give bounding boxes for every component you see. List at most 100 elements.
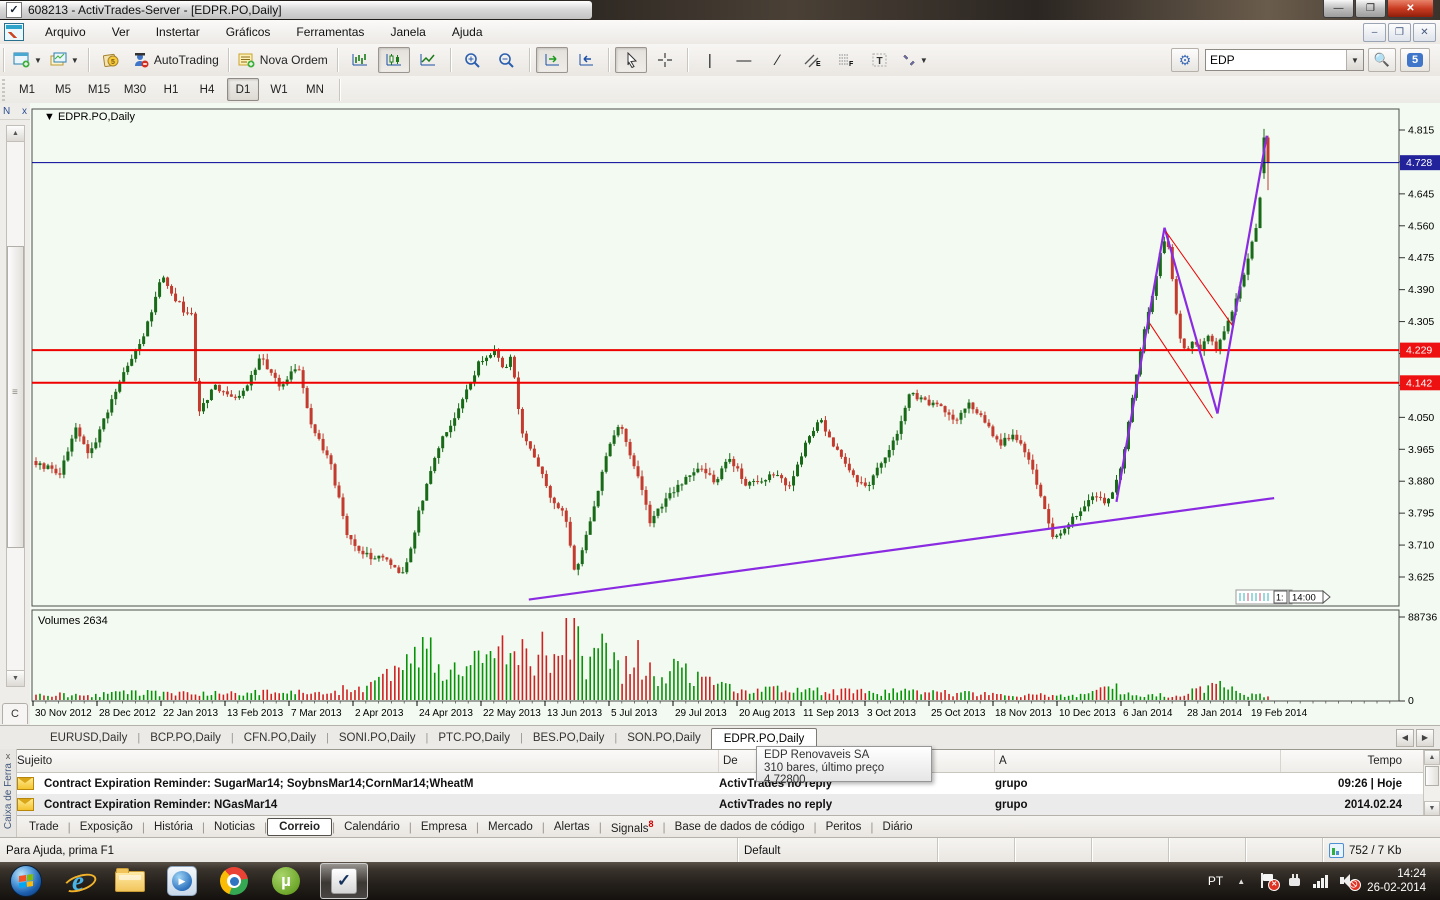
fibonacci-tool-button[interactable]: F bbox=[830, 47, 862, 73]
auto-scroll-button[interactable] bbox=[536, 47, 568, 73]
chart-shift-button[interactable] bbox=[570, 47, 602, 73]
scrollbar-thumb[interactable] bbox=[1425, 766, 1439, 786]
text-tool-button[interactable]: T bbox=[864, 47, 896, 73]
tab-scroll-right-icon[interactable]: ▶ bbox=[1416, 729, 1434, 747]
mail-scrollbar[interactable]: ▲ ▼ bbox=[1423, 750, 1440, 816]
action-center-flag-icon[interactable]: ✕ bbox=[1259, 873, 1276, 889]
taskbar-activtrades-active[interactable]: ✓ bbox=[320, 863, 368, 899]
timeframe-d1[interactable]: D1 bbox=[227, 78, 259, 101]
toolbox-tab-trade[interactable]: Trade bbox=[20, 819, 68, 835]
taskbar-utorrent[interactable]: µ bbox=[260, 862, 312, 900]
toolbox-tab-exposição[interactable]: Exposição bbox=[71, 819, 142, 835]
menu-item-ajuda[interactable]: Ajuda bbox=[439, 22, 496, 42]
status-profile[interactable]: Default bbox=[737, 838, 937, 863]
toolbox-tab-mercado[interactable]: Mercado bbox=[479, 819, 542, 835]
taskbar-media-player[interactable]: ▶ bbox=[156, 862, 208, 900]
mdi-restore-button[interactable]: ❐ bbox=[1388, 23, 1411, 42]
cursor-tool-button[interactable] bbox=[615, 47, 647, 73]
timeframe-m5[interactable]: M5 bbox=[47, 78, 79, 101]
mail-column-time[interactable]: Tempo bbox=[1281, 750, 1424, 772]
taskbar-chrome[interactable] bbox=[208, 862, 260, 900]
navigator-scrollbar[interactable]: ▲ ▼ bbox=[6, 125, 25, 687]
scroll-up-icon[interactable]: ▲ bbox=[7, 126, 24, 142]
toolbox-tab-calendário[interactable]: Calendário bbox=[335, 819, 409, 835]
notifications-button[interactable]: 5 bbox=[1400, 48, 1430, 72]
price-chart[interactable]: 4.8154.7304.6454.5604.4754.3904.3054.220… bbox=[30, 103, 1440, 725]
timeframe-w1[interactable]: W1 bbox=[263, 78, 295, 101]
start-button[interactable] bbox=[0, 862, 52, 900]
taskbar-file-explorer[interactable] bbox=[104, 862, 156, 900]
speaker-muted-icon[interactable]: ⃠ bbox=[1340, 873, 1357, 889]
toolbox-tab-diário[interactable]: Diário bbox=[874, 819, 922, 835]
menu-item-arquivo[interactable]: Arquivo bbox=[32, 22, 99, 42]
profiles-button[interactable]: ▼ bbox=[47, 47, 82, 73]
autotrading-button[interactable]: AutoTrading bbox=[129, 47, 222, 73]
history-center-button[interactable]: 5 bbox=[95, 47, 127, 73]
toolbox-tab-alertas[interactable]: Alertas bbox=[545, 819, 599, 835]
timeframe-mn[interactable]: MN bbox=[299, 78, 331, 101]
mail-row[interactable]: Contract Expiration Reminder: SugarMar14… bbox=[0, 773, 1440, 794]
timeframe-m30[interactable]: M30 bbox=[119, 78, 151, 101]
scrollbar-thumb[interactable] bbox=[7, 246, 24, 548]
menu-item-janela[interactable]: Janela bbox=[377, 22, 438, 42]
close-icon[interactable]: x bbox=[22, 106, 27, 117]
close-icon[interactable]: x bbox=[6, 751, 11, 761]
tray-expand-icon[interactable]: ▲ bbox=[1237, 877, 1245, 886]
chart-tab-soni-po-daily[interactable]: SONI.PO,Daily bbox=[329, 729, 426, 747]
menu-item-ferramentas[interactable]: Ferramentas bbox=[283, 22, 377, 42]
chart-tab-bcp-po-daily[interactable]: BCP.PO,Daily bbox=[140, 729, 231, 747]
channel-tool-button[interactable]: E bbox=[796, 47, 828, 73]
menu-item-instertar[interactable]: Instertar bbox=[143, 22, 213, 42]
vertical-line-tool-button[interactable]: | bbox=[694, 47, 726, 73]
toolbox-tab-história[interactable]: História bbox=[145, 819, 202, 835]
horizontal-line-tool-button[interactable]: — bbox=[728, 47, 760, 73]
toolbox-tab-empresa[interactable]: Empresa bbox=[412, 819, 476, 835]
timeframe-h4[interactable]: H4 bbox=[191, 78, 223, 101]
toolbox-vertical-tab[interactable]: x Caixa de Ferra bbox=[0, 749, 17, 837]
minimize-button[interactable]: — bbox=[1323, 0, 1354, 18]
symbol-search-input[interactable] bbox=[1206, 51, 1346, 69]
menu-item-gráficos[interactable]: Gráficos bbox=[213, 22, 284, 42]
power-plug-icon[interactable] bbox=[1286, 873, 1303, 889]
language-indicator[interactable]: PT bbox=[1208, 874, 1223, 888]
mail-row[interactable]: Contract Expiration Reminder: NGasMar14A… bbox=[0, 794, 1440, 815]
timeframe-h1[interactable]: H1 bbox=[155, 78, 187, 101]
network-signal-icon[interactable] bbox=[1313, 873, 1330, 889]
toolbox-tab-base-de-dados-de-código[interactable]: Base de dados de código bbox=[666, 819, 814, 835]
chart-tab-cfn-po-daily[interactable]: CFN.PO,Daily bbox=[234, 729, 326, 747]
tray-clock[interactable]: 14:24 26-02-2014 bbox=[1367, 867, 1426, 895]
timeframe-m15[interactable]: M15 bbox=[83, 78, 115, 101]
scroll-up-icon[interactable]: ▲ bbox=[1424, 750, 1440, 765]
tab-scroll-left-icon[interactable]: ◀ bbox=[1396, 729, 1414, 747]
collapsed-toolbox-tab[interactable]: C bbox=[2, 703, 28, 724]
toolbox-tab-peritos[interactable]: Peritos bbox=[817, 819, 871, 835]
candlestick-mode-button[interactable] bbox=[378, 47, 410, 73]
taskbar-internet-explorer[interactable]: e bbox=[52, 862, 104, 900]
chart-tab-son-po-daily[interactable]: SON.PO,Daily bbox=[617, 729, 711, 747]
toolbox-tab-noticias[interactable]: Noticias bbox=[205, 819, 264, 835]
restore-button[interactable]: ❐ bbox=[1355, 0, 1386, 18]
new-order-button[interactable]: Nova Ordem bbox=[235, 47, 331, 73]
bar-chart-mode-button[interactable] bbox=[344, 47, 376, 73]
toolbox-tab-correio[interactable]: Correio bbox=[267, 818, 332, 836]
mail-column-subject[interactable]: Sujeito bbox=[0, 750, 719, 772]
zoom-in-button[interactable] bbox=[457, 47, 489, 73]
scroll-down-icon[interactable]: ▼ bbox=[7, 670, 24, 686]
scroll-down-icon[interactable]: ▼ bbox=[1424, 801, 1440, 816]
crosshair-tool-button[interactable] bbox=[649, 47, 681, 73]
trendline-tool-button[interactable]: ∕ bbox=[762, 47, 794, 73]
search-icon-button[interactable]: 🔍 bbox=[1368, 48, 1396, 72]
mdi-close-button[interactable]: ✕ bbox=[1413, 23, 1436, 42]
chart-tab-bes-po-daily[interactable]: BES.PO,Daily bbox=[523, 729, 615, 747]
chevron-down-icon[interactable]: ▼ bbox=[1346, 50, 1363, 70]
toolbox-tab-signals[interactable]: Signals8 bbox=[602, 817, 663, 837]
close-button[interactable]: ✕ bbox=[1387, 0, 1434, 18]
timeframe-m1[interactable]: M1 bbox=[11, 78, 43, 101]
mail-column-to[interactable]: A bbox=[995, 750, 1281, 772]
gear-icon-button[interactable]: ⚙ bbox=[1171, 48, 1199, 72]
menu-item-ver[interactable]: Ver bbox=[99, 22, 143, 42]
chart-tab-eurusd-daily[interactable]: EURUSD,Daily bbox=[40, 729, 137, 747]
line-chart-mode-button[interactable] bbox=[412, 47, 444, 73]
chart-tab-ptc-po-daily[interactable]: PTC.PO,Daily bbox=[428, 729, 520, 747]
mdi-minimize-button[interactable]: – bbox=[1363, 23, 1386, 42]
